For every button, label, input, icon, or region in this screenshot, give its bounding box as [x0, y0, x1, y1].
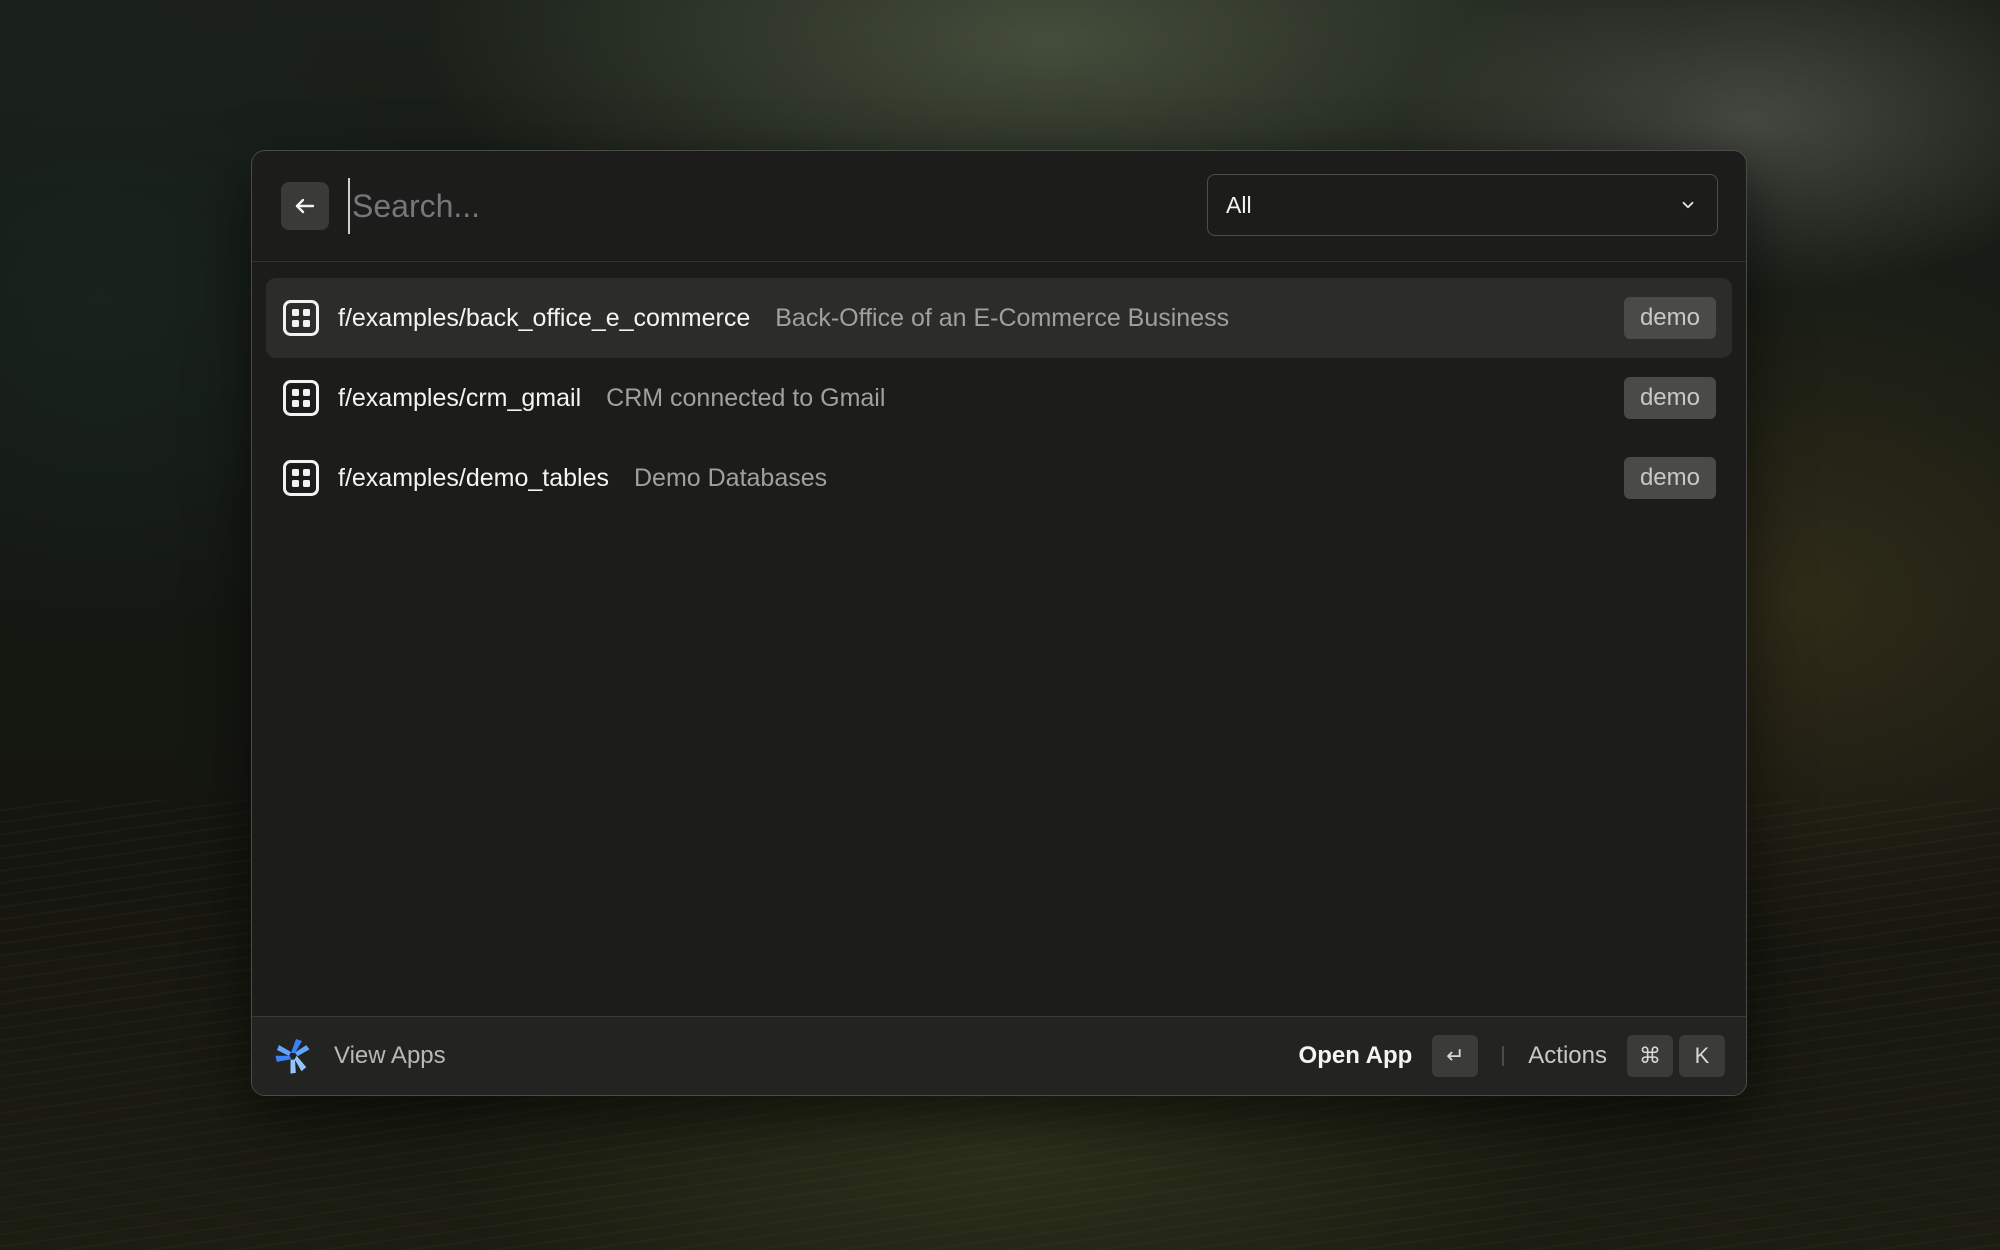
list-item[interactable]: f/examples/back_office_e_commerce Back-O… [266, 278, 1732, 358]
k-key-hint: K [1679, 1035, 1725, 1077]
palette-header: All [252, 151, 1746, 262]
list-item[interactable]: f/examples/crm_gmail CRM connected to Gm… [266, 358, 1732, 438]
footer-actions: Open App ↵ Actions ⌘ K [1299, 1017, 1725, 1095]
app-grid-icon [282, 459, 320, 497]
app-path: f/examples/crm_gmail [338, 383, 582, 412]
app-path: f/examples/back_office_e_commerce [338, 303, 751, 332]
command-key-hint: ⌘ [1627, 1035, 1673, 1077]
footer-divider [1502, 1046, 1505, 1066]
app-grid-icon [282, 379, 320, 417]
actions-button[interactable]: Actions [1528, 1042, 1607, 1070]
tag-badge: demo [1623, 457, 1716, 499]
command-palette: All f/examples/back_office_e_commerce Ba… [251, 150, 1747, 1096]
results-list: f/examples/back_office_e_commerce Back-O… [266, 278, 1732, 518]
app-path: f/examples/demo_tables [338, 463, 609, 492]
tag-badge: demo [1623, 377, 1716, 419]
app-grid-icon [282, 299, 320, 337]
palette-footer: View Apps Open App ↵ Actions ⌘ K [252, 1016, 1746, 1095]
list-item[interactable]: f/examples/demo_tables Demo Databases de… [266, 438, 1732, 518]
filter-select[interactable]: All [1207, 174, 1718, 236]
open-app-button[interactable]: Open App [1299, 1042, 1413, 1070]
chevron-down-icon [1682, 201, 1694, 209]
app-description: Demo Databases [633, 463, 828, 492]
view-apps-link[interactable]: View Apps [334, 1017, 446, 1095]
back-button[interactable] [281, 182, 329, 230]
filter-selected-value: All [1226, 191, 1252, 218]
tag-badge: demo [1623, 297, 1716, 339]
enter-key-hint: ↵ [1432, 1035, 1479, 1077]
windmill-logo-icon [275, 1039, 310, 1074]
arrow-left-icon [295, 198, 315, 214]
app-description: CRM connected to Gmail [606, 383, 886, 412]
app-description: Back-Office of an E-Commerce Business [775, 303, 1230, 332]
search-input[interactable] [348, 178, 1032, 234]
